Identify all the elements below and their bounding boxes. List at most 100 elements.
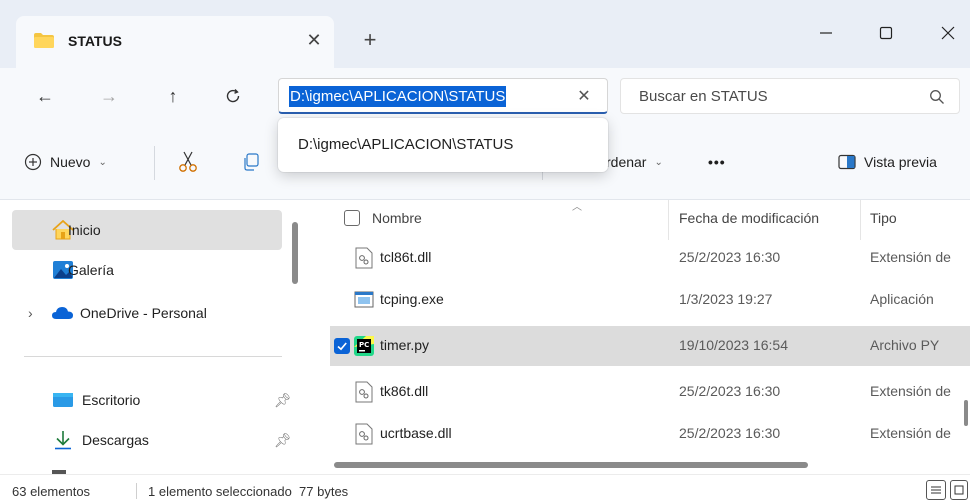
pin-icon[interactable]: 📌︎ [274, 392, 292, 409]
sidebar-item-onedrive[interactable]: › OneDrive - Personal [12, 293, 282, 333]
new-tab-icon[interactable]: + [358, 27, 382, 52]
sidebar-item-label: OneDrive - Personal [80, 305, 207, 321]
dll-icon [355, 381, 373, 403]
vertical-scrollbar[interactable] [964, 400, 968, 426]
more-icon: ••• [708, 154, 726, 170]
column-divider[interactable] [860, 200, 861, 240]
status-bar: 63 elementos 1 elemento seleccionado 77 … [0, 474, 970, 504]
table-row[interactable]: ucrtbase.dll 25/2/2023 16:30 Extensión d… [330, 414, 970, 454]
preview-button[interactable]: Vista previa [838, 150, 937, 174]
cloud-icon [52, 307, 73, 319]
new-button[interactable]: Nuevo ⌄ [24, 150, 107, 174]
sort-ascending-icon: ︿ [572, 202, 582, 213]
title-bar: STATUS ✕ + [0, 0, 970, 68]
column-header-fecha[interactable]: Fecha de modificación [679, 210, 819, 226]
table-row[interactable]: PC timer.py 19/10/2023 16:54 Archivo PY [330, 326, 970, 366]
folder-icon [34, 33, 54, 48]
more-options-button[interactable]: ••• [708, 150, 726, 174]
refresh-icon[interactable] [218, 82, 248, 110]
pin-icon[interactable]: 📌︎ [274, 432, 292, 449]
table-row[interactable]: tcl86t.dll 25/2/2023 16:30 Extensión de [330, 238, 970, 278]
check-icon [337, 342, 347, 351]
pycharm-icon: PC [354, 336, 374, 356]
preview-pane-icon [838, 154, 856, 170]
toolbar-divider [154, 146, 155, 180]
address-text: D:\igmec\APLICACION\STATUS [289, 86, 507, 107]
search-placeholder: Buscar en STATUS [639, 88, 768, 105]
sidebar-item-label: Galería [68, 262, 114, 278]
cut-button[interactable] [178, 150, 198, 174]
sidebar-item-inicio[interactable]: Inicio [12, 210, 282, 250]
select-all-checkbox[interactable] [344, 210, 360, 226]
tiles-view-icon[interactable] [950, 480, 968, 500]
download-icon [55, 431, 71, 450]
tab-title: STATUS [68, 33, 122, 49]
file-name: tk86t.dll [380, 383, 429, 399]
address-input[interactable]: D:\igmec\APLICACION\STATUS ✕ [278, 78, 608, 114]
sidebar-item-escritorio[interactable]: Escritorio 📌︎ [12, 380, 292, 420]
sidebar-item-descargas[interactable]: Descargas 📌︎ [12, 420, 292, 460]
file-name: tcping.exe [380, 291, 444, 307]
back-arrow-icon[interactable]: ← [30, 82, 60, 110]
maximize-icon[interactable] [866, 18, 906, 48]
file-date: 1/3/2023 19:27 [679, 291, 773, 307]
sidebar-item-galeria[interactable]: Galería [12, 250, 282, 290]
file-type: Aplicación [870, 291, 934, 307]
up-arrow-icon[interactable]: ↑ [158, 82, 188, 110]
sidebar-divider [24, 356, 282, 357]
column-header-tipo[interactable]: Tipo [870, 210, 897, 226]
navigation-pane: Inicio Galería › OneDrive - Personal Esc… [0, 200, 312, 474]
copy-icon [244, 153, 259, 171]
plus-circle-icon [24, 153, 42, 171]
close-window-icon[interactable] [928, 18, 968, 48]
table-row[interactable]: tcping.exe 1/3/2023 19:27 Aplicación [330, 280, 970, 320]
sidebar-item-label: Descargas [82, 432, 149, 448]
tab-status[interactable]: STATUS ✕ [16, 16, 334, 68]
sidebar-scrollbar[interactable] [292, 222, 298, 284]
address-suggestions: D:\igmec\APLICACION\STATUS [278, 118, 608, 172]
search-icon [930, 90, 944, 104]
copy-button[interactable] [242, 150, 260, 174]
horizontal-scrollbar[interactable] [334, 462, 808, 468]
exe-icon [354, 291, 374, 308]
close-tab-icon[interactable]: ✕ [302, 28, 326, 52]
dll-icon [355, 247, 373, 269]
item-count: 63 elementos [12, 484, 91, 499]
chevron-down-icon: ⌄ [98, 156, 107, 168]
file-date: 19/10/2023 16:54 [679, 337, 788, 353]
address-row: ← → ↑ D:\igmec\APLICACION\STATUS ✕ Busca… [0, 68, 970, 124]
column-divider[interactable] [668, 200, 669, 240]
preview-label: Vista previa [864, 154, 937, 170]
file-type: Extensión de [870, 249, 951, 265]
file-list: Nombre ︿ Fecha de modificación Tipo tcl8… [312, 200, 970, 474]
dll-icon [355, 423, 373, 445]
forward-arrow-icon[interactable]: → [94, 82, 124, 110]
scissors-icon [179, 151, 197, 172]
chevron-down-icon: ⌄ [654, 156, 663, 168]
table-row[interactable]: tk86t.dll 25/2/2023 16:30 Extensión de [330, 372, 970, 412]
file-date: 25/2/2023 16:30 [679, 425, 781, 441]
details-view-icon[interactable] [926, 480, 946, 500]
address-suggestion-item[interactable]: D:\igmec\APLICACION\STATUS [298, 136, 513, 153]
desktop-icon [53, 393, 73, 407]
file-date: 25/2/2023 16:30 [679, 249, 781, 265]
selection-info: 1 elemento seleccionado 77 bytes [148, 484, 349, 499]
sort-button[interactable]: rdenar ⌄ [606, 150, 663, 174]
file-type: Extensión de [870, 383, 951, 399]
clear-icon[interactable]: ✕ [573, 85, 595, 107]
sidebar-item-label: Inicio [68, 222, 101, 238]
file-type: Extensión de [870, 425, 951, 441]
file-name: ucrtbase.dll [380, 425, 452, 441]
column-header-nombre[interactable]: Nombre [372, 210, 422, 226]
status-divider [136, 483, 137, 499]
svg-text:PC: PC [359, 341, 369, 349]
sort-label: rdenar [606, 154, 647, 170]
new-label: Nuevo [50, 154, 91, 170]
chevron-right-icon[interactable]: › [28, 305, 33, 321]
row-checkbox[interactable] [334, 338, 350, 354]
sidebar-item-label: Escritorio [82, 392, 141, 408]
search-input[interactable]: Buscar en STATUS [620, 78, 960, 114]
file-date: 25/2/2023 16:30 [679, 383, 781, 399]
minimize-icon[interactable] [806, 18, 846, 48]
file-type: Archivo PY [870, 337, 940, 353]
